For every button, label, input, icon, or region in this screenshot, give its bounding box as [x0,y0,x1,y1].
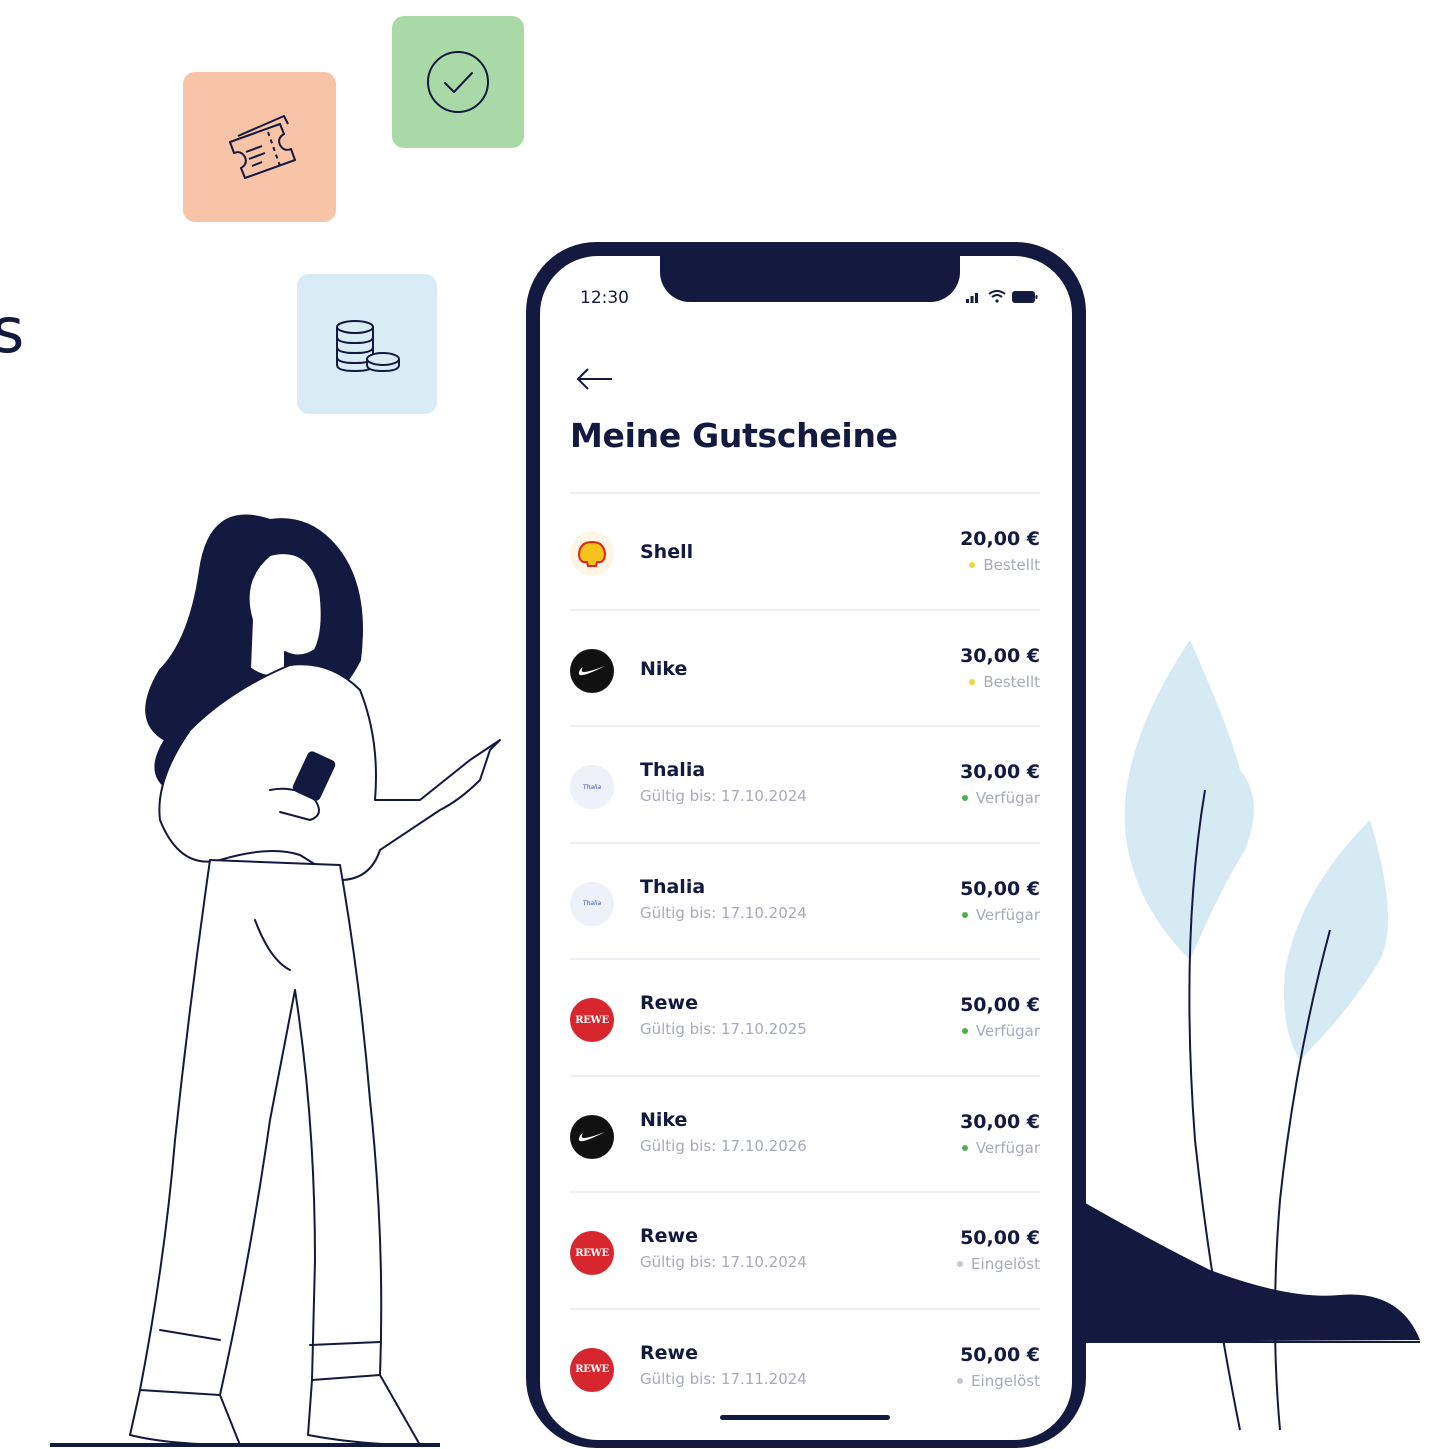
status-dot [969,562,976,568]
voucher-brand: Thalia [640,759,706,781]
nike-logo [570,1114,614,1159]
voucher-status: Bestellt [969,556,1040,574]
voucher-list: Shell 20,00 € Bestellt Nike 30,00 € Bestellt T… [570,494,1040,1426]
voucher-row[interactable]: REWE Rewe Gültig bis: 17.10.2024 50,00 € Ein… [570,1193,1040,1310]
rewe-logo-text: REWE [575,1014,609,1026]
voucher-status: Verfügar [961,1022,1040,1040]
thalia-logo-text: Thalia [582,900,602,907]
voucher-status-label: Verfügar [975,1138,1040,1157]
voucher-brand: Rewe [640,992,698,1014]
voucher-brand: Rewe [640,1341,698,1364]
voucher-amount: 30,00 € [960,761,1040,783]
status-dot [957,1261,964,1267]
status-icons [966,290,1038,303]
voucher-amount: 20,00 € [960,528,1040,550]
voucher-row[interactable]: Thalia Thalia Gültig bis: 17.10.2024 30,00 … [570,727,1040,844]
voucher-validity: Gültig bis: 17.10.2026 [640,1136,807,1155]
check-tile [392,16,524,148]
check-circle-icon [427,51,489,113]
voucher-status-label: Eingelöst [971,1371,1040,1390]
status-time: 12:30 [580,288,629,308]
thalia-logo: Thalia [570,765,614,809]
rewe-logo: REWE [570,1231,614,1275]
battery-icon [1012,290,1038,303]
voucher-status-label: Eingelöst [971,1255,1040,1273]
cropped-heading-fragment: s [0,294,25,367]
shell-logo [570,532,614,576]
voucher-status: Verfügar [961,905,1040,924]
phone-mockup: 12:30 Meine Gutscheine Shell 20,00 € Beste… [526,242,1086,1448]
thalia-logo-text: Thalia [582,783,602,791]
voucher-validity: Gültig bis: 17.10.2024 [640,903,807,922]
thalia-logo: Thalia [570,881,614,926]
voucher-validity: Gültig bis: 17.10.2024 [640,1253,807,1271]
voucher-amount: 50,00 € [960,994,1040,1016]
back-arrow-icon[interactable] [574,364,614,394]
voucher-status: Eingelöst [957,1372,1040,1390]
ticket-icon [228,115,296,179]
phone-notch [660,256,960,302]
page-title: Meine Gutscheine [570,416,898,455]
voucher-brand: Thalia [640,875,706,898]
voucher-validity: Gültig bis: 17.10.2025 [640,1020,807,1038]
voucher-status-label: Verfügar [975,789,1040,807]
rewe-logo-text: REWE [575,1364,609,1375]
rewe-logo: REWE [570,998,614,1042]
voucher-row[interactable]: Shell 20,00 € Bestellt [570,494,1040,611]
status-dot [961,795,968,801]
voucher-status: Eingelöst [957,1255,1040,1273]
voucher-status-label: Bestellt [983,556,1040,574]
voucher-row[interactable]: Thalia Thalia Gültig bis: 17.10.2024 50,00 … [570,844,1040,960]
wifi-icon [988,290,1006,303]
voucher-amount: 50,00 € [960,877,1040,900]
voucher-row[interactable]: Nike 30,00 € Bestellt [570,611,1040,727]
status-dot [961,911,968,918]
voucher-status-label: Verfügar [975,1022,1040,1040]
voucher-brand: Nike [640,657,688,680]
status-dot [969,678,976,685]
phone-screen: 12:30 Meine Gutscheine Shell 20,00 € Beste… [540,256,1072,1440]
status-dot [961,1028,968,1034]
plants-illustration [1080,640,1420,1431]
voucher-row[interactable]: Nike Gültig bis: 17.10.2026 30,00 € Verfüga… [570,1077,1040,1193]
voucher-row[interactable]: REWE Rewe Gültig bis: 17.11.2024 50,00 € Ein… [570,1310,1040,1427]
status-dot [957,1377,964,1384]
voucher-status-label: Verfügar [975,905,1040,924]
voucher-amount: 30,00 € [960,1110,1040,1133]
rewe-logo-text: REWE [575,1247,609,1259]
voucher-row[interactable]: REWE Rewe Gültig bis: 17.10.2025 50,00 € Ver… [570,960,1040,1077]
rewe-logo: REWE [570,1347,614,1392]
home-indicator [720,1415,890,1420]
voucher-status-label: Bestellt [983,672,1040,691]
coins-icon [336,320,400,373]
voucher-brand: Rewe [640,1225,698,1247]
voucher-validity: Gültig bis: 17.10.2024 [640,787,807,805]
coins-tile [297,274,437,414]
voucher-brand: Nike [640,1108,688,1131]
voucher-status: Verfügar [961,789,1040,807]
status-dot [961,1144,968,1151]
voucher-amount: 50,00 € [960,1343,1040,1366]
ticket-tile [183,72,336,222]
signal-icon [966,292,978,303]
woman-illustration [50,514,501,1447]
voucher-validity: Gültig bis: 17.11.2024 [640,1369,807,1388]
voucher-status: Bestellt [969,673,1040,691]
nike-logo [570,648,614,693]
voucher-amount: 50,00 € [960,1227,1040,1249]
voucher-brand: Shell [640,541,694,563]
voucher-amount: 30,00 € [960,644,1040,667]
voucher-status: Verfügar [961,1138,1040,1157]
